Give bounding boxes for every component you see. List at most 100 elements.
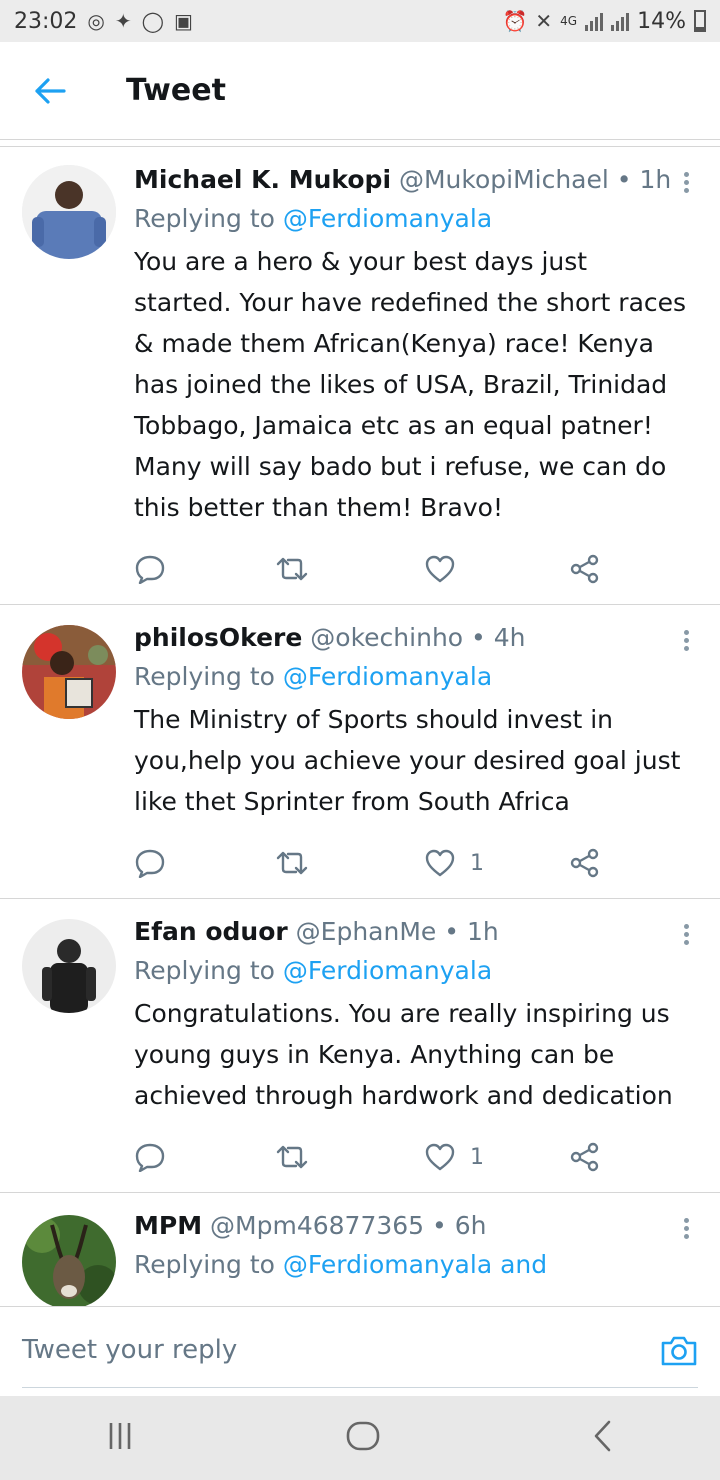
- retweet-button[interactable]: [274, 843, 310, 883]
- chevron-left-icon: [594, 1420, 611, 1452]
- gallery-notification-icon: ▣: [174, 9, 193, 33]
- like-button[interactable]: 1: [424, 843, 484, 883]
- author-handle[interactable]: @Mpm46877365: [210, 1211, 424, 1240]
- camera-icon: [661, 1336, 697, 1366]
- avatar[interactable]: [22, 1215, 116, 1306]
- tweet-text-line: like thet Sprinter from South Africa: [134, 787, 570, 816]
- mention-link[interactable]: @Ferdiomanyala and: [283, 1250, 547, 1279]
- retweet-button[interactable]: [274, 1137, 310, 1177]
- tweet-item[interactable]: philosOkere @okechinho • 4h Replying to …: [0, 605, 720, 899]
- back-nav-button[interactable]: [591, 1419, 615, 1457]
- mention-link[interactable]: @Ferdiomanyala: [283, 956, 492, 985]
- like-button[interactable]: 1: [424, 1137, 484, 1177]
- page-title: Tweet: [126, 73, 226, 108]
- reply-button[interactable]: [134, 549, 166, 589]
- author-handle[interactable]: @MukopiMichael: [399, 165, 609, 194]
- share-icon: [570, 1142, 599, 1172]
- author-name[interactable]: Michael K. Mukopi: [134, 165, 391, 194]
- replying-prefix: Replying to: [134, 956, 275, 985]
- tweet-time: 1h: [466, 917, 499, 946]
- reply-composer[interactable]: Tweet your reply: [0, 1306, 720, 1396]
- like-button[interactable]: [424, 549, 470, 589]
- avatar[interactable]: [22, 625, 116, 719]
- tweet-text-line: Tobbago, Jamaica etc as an equal patner!: [134, 411, 653, 440]
- header: Tweet: [0, 42, 720, 140]
- like-count: 1: [470, 1144, 484, 1170]
- share-button[interactable]: [570, 549, 600, 589]
- reply-icon: [135, 555, 165, 584]
- share-button[interactable]: [570, 1137, 600, 1177]
- signal-2-icon: [611, 11, 630, 31]
- mute-icon: ✕: [535, 9, 553, 33]
- share-icon: [570, 554, 599, 584]
- more-vertical-icon: [684, 924, 692, 945]
- author-name[interactable]: Efan oduor: [134, 917, 288, 946]
- share-icon: [570, 848, 599, 878]
- author-name[interactable]: MPM: [134, 1211, 202, 1240]
- more-options-button[interactable]: [684, 627, 692, 654]
- replying-prefix: Replying to: [134, 662, 275, 691]
- replies-feed[interactable]: Michael K. Mukopi @MukopiMichael • 1h Re…: [0, 146, 720, 1306]
- tweet-text-line: & made them African(Kenya) race! Kenya: [134, 329, 654, 358]
- camera-button[interactable]: [660, 1333, 698, 1371]
- author-name[interactable]: philosOkere: [134, 623, 302, 652]
- more-options-button[interactable]: [684, 1215, 692, 1242]
- heart-icon: [425, 1143, 455, 1171]
- separator-dot: •: [616, 165, 632, 194]
- avatar-image: [22, 165, 116, 259]
- arrow-left-icon: [35, 77, 66, 104]
- separator-dot: •: [444, 917, 459, 946]
- back-button[interactable]: [0, 42, 100, 140]
- tweet-actions: 1: [134, 843, 634, 883]
- mention-link[interactable]: @Ferdiomanyala: [283, 662, 492, 691]
- whatsapp-notification-icon: ◯: [141, 9, 165, 33]
- recent-apps-button[interactable]: [105, 1421, 135, 1455]
- reply-input-underline: [22, 1387, 698, 1388]
- tweet-text-line: this better than them! Bravo!: [134, 493, 503, 522]
- replying-to: Replying to @Ferdiomanyala: [134, 655, 702, 699]
- retweet-icon: [276, 1145, 308, 1169]
- tweet-text: The Ministry of Sports should invest in …: [134, 699, 702, 822]
- mention-link[interactable]: @Ferdiomanyala: [283, 204, 492, 233]
- reply-button[interactable]: [134, 843, 166, 883]
- tweet-time: 6h: [454, 1211, 487, 1240]
- heart-icon: [425, 555, 455, 583]
- retweet-button[interactable]: [274, 549, 310, 589]
- more-vertical-icon: [684, 1218, 692, 1239]
- separator-dot: •: [471, 623, 486, 652]
- tweet-text-line: You are a hero & your best days just: [134, 247, 588, 276]
- author-handle[interactable]: @okechinho: [310, 623, 463, 652]
- tweet-item[interactable]: Efan oduor @EphanMe • 1h Replying to @Fe…: [0, 899, 720, 1193]
- home-icon: [346, 1421, 380, 1451]
- tweet-time: 4h: [493, 623, 526, 652]
- more-vertical-icon: [684, 630, 692, 651]
- tweet-text-line: Congratulations. You are really inspirin…: [134, 999, 670, 1028]
- alarm-icon: ⏰: [502, 9, 528, 33]
- signal-icon: [585, 11, 604, 31]
- status-time: 23:02: [14, 8, 78, 34]
- avatar-image: [22, 919, 116, 1013]
- tweet-text-line: The Ministry of Sports should invest in: [134, 705, 614, 734]
- tweet-header: MPM @Mpm46877365 • 6h: [134, 1209, 702, 1243]
- avatar[interactable]: [22, 165, 116, 259]
- tweet-item[interactable]: MPM @Mpm46877365 • 6h Replying to @Ferdi…: [0, 1193, 720, 1306]
- recent-apps-icon: [109, 1423, 131, 1449]
- heart-icon: [425, 849, 455, 877]
- tweet-item[interactable]: Michael K. Mukopi @MukopiMichael • 1h Re…: [0, 147, 720, 605]
- home-button[interactable]: [345, 1420, 381, 1456]
- reply-button[interactable]: [134, 1137, 166, 1177]
- tweet-actions: 1: [134, 1137, 634, 1177]
- share-button[interactable]: [570, 843, 600, 883]
- more-options-button[interactable]: [684, 921, 692, 948]
- tweet-actions: [134, 549, 634, 589]
- tweet-header: philosOkere @okechinho • 4h: [134, 621, 702, 655]
- avatar[interactable]: [22, 919, 116, 1013]
- tweet-text-line: achieved through hardwork and dedication: [134, 1081, 673, 1110]
- tweet-header: Efan oduor @EphanMe • 1h: [134, 915, 702, 949]
- more-options-button[interactable]: [684, 169, 692, 196]
- more-vertical-icon: [684, 172, 692, 193]
- tweet-header: Michael K. Mukopi @MukopiMichael • 1h: [134, 163, 702, 197]
- author-handle[interactable]: @EphanMe: [296, 917, 437, 946]
- replying-to: Replying to @Ferdiomanyala: [134, 197, 702, 241]
- reply-input[interactable]: Tweet your reply: [22, 1335, 237, 1365]
